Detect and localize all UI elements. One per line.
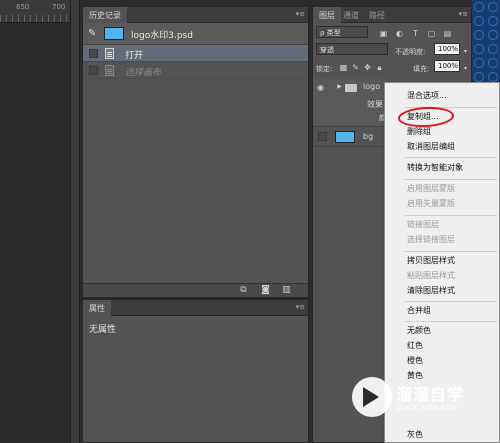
menu-item-color-none[interactable]: 无颜色: [385, 324, 499, 338]
history-snapshot[interactable]: ✎ logo水印3.psd: [83, 23, 308, 45]
history-brush-source-checkbox[interactable]: [89, 49, 98, 58]
history-panel: 历史记录 ▾≡ ✎ logo水印3.psd 打开 选择画布 ⧉ ◙ ▥: [82, 6, 309, 298]
history-brush-source-checkbox[interactable]: [89, 66, 98, 75]
panel-menu-icon[interactable]: ▾≡: [296, 10, 305, 18]
menu-separator: [405, 157, 497, 158]
layer-filter-select[interactable]: ρ 类型: [316, 26, 368, 38]
document-icon: [105, 65, 114, 76]
menu-item-color-orange[interactable]: 橙色: [385, 354, 499, 368]
document-canvas[interactable]: [0, 23, 80, 443]
lock-label: 锁定:: [316, 65, 333, 73]
effects-label: 效果: [367, 100, 383, 109]
ruler-mark: 650: [16, 3, 30, 11]
layer-name[interactable]: logo: [363, 82, 380, 91]
blend-mode-select[interactable]: 穿透: [316, 43, 388, 55]
visibility-toggle[interactable]: [318, 132, 327, 141]
shape-filter-icon[interactable]: ▢: [427, 29, 436, 38]
camera-icon[interactable]: ◙: [260, 286, 271, 295]
fill-label: 填充:: [413, 65, 430, 73]
panel-menu-icon[interactable]: ▾≡: [296, 303, 305, 311]
lock-brush-icon[interactable]: ✎: [351, 63, 360, 72]
menu-item-merge-group[interactable]: 合并组: [385, 304, 499, 318]
ruler-mark: 700: [52, 3, 66, 11]
blend-row: 穿透 不透明度: 100% ▾: [313, 43, 471, 60]
menu-item-link-layers: 链接图层: [407, 220, 439, 229]
document-icon: [105, 48, 114, 59]
watermark-url: ZIXUE.3066.COM: [397, 404, 457, 412]
menu-separator: [405, 179, 497, 180]
history-brush-icon[interactable]: ✎: [88, 28, 96, 39]
snapshot-thumbnail: [104, 27, 124, 40]
tab-channels[interactable]: 通道: [337, 7, 365, 23]
type-filter-icon[interactable]: T: [411, 29, 420, 38]
layers-tabbar: 图层 通道 路径 ▾≡: [313, 7, 471, 23]
smart-object-filter-icon[interactable]: ▤: [443, 29, 452, 38]
menu-item-color-red[interactable]: 红色: [385, 339, 499, 353]
fill-input[interactable]: 100%: [434, 60, 460, 72]
properties-panel: 属性 ▾≡ 无属性: [82, 299, 309, 443]
lock-move-icon[interactable]: ✥: [363, 63, 372, 72]
folder-icon: [345, 84, 357, 92]
opacity-input[interactable]: 100%: [434, 43, 460, 55]
history-footer: ⧉ ◙ ▥: [83, 283, 308, 297]
history-item-label: 选择画布: [125, 68, 162, 78]
menu-item-copy-layer-style[interactable]: 拷贝图层样式: [385, 254, 499, 268]
menu-item-paste-layer-style: 粘贴图层样式: [407, 271, 455, 280]
tab-paths[interactable]: 路径: [363, 7, 391, 23]
expand-arrow-icon[interactable]: ▶: [335, 82, 344, 91]
horizontal-ruler: 650 700: [0, 0, 80, 23]
tab-properties[interactable]: 属性: [83, 300, 111, 316]
chevron-down-icon[interactable]: ▾: [461, 47, 470, 56]
watermark-title: 溜溜自学: [396, 385, 465, 404]
snapshot-name: logo水印3.psd: [131, 31, 193, 41]
menu-item-blending-options[interactable]: 混合选项...: [385, 89, 499, 103]
menu-separator: [405, 301, 497, 302]
opacity-label: 不透明度:: [395, 48, 426, 56]
menu-separator: [405, 251, 497, 252]
menu-item-select-linked-layers: 选择链接图层: [407, 235, 455, 244]
adjustment-filter-icon[interactable]: ◐: [395, 29, 404, 38]
menu-item-clear-layer-style[interactable]: 清除图层样式: [385, 284, 499, 298]
menu-separator: [405, 321, 497, 322]
panel-divider[interactable]: [70, 0, 80, 443]
menu-item-enable-vector-mask: 启用矢量蒙版: [407, 199, 455, 208]
menu-separator: [405, 215, 497, 216]
pixel-filter-icon[interactable]: ▣: [379, 29, 388, 38]
layer-name[interactable]: bg: [363, 132, 373, 141]
history-tabbar: 历史记录 ▾≡: [83, 7, 308, 23]
new-document-from-state-icon[interactable]: ⧉: [238, 286, 249, 295]
trash-icon[interactable]: ▥: [281, 286, 292, 295]
lock-all-icon[interactable]: 🔒︎: [375, 63, 384, 72]
lock-row: 锁定: ▦ ✎ ✥ 🔒︎ 填充: 100% ▾: [313, 60, 471, 77]
watermark-logo: 溜溜自学 ZIXUE.3066.COM: [352, 377, 470, 427]
history-item-label: 打开: [125, 51, 144, 61]
menu-item-ungroup-layers[interactable]: 取消图层编组: [385, 140, 499, 154]
lock-transparent-icon[interactable]: ▦: [339, 63, 348, 72]
menu-item-delete-group[interactable]: 删除组: [385, 125, 499, 139]
history-item-open[interactable]: 打开: [83, 45, 308, 62]
layer-filter-row: ρ 类型 ▣ ◐ T ▢ ▤: [313, 26, 471, 43]
history-item-select-canvas[interactable]: 选择画布: [83, 62, 308, 79]
chevron-down-icon[interactable]: ▾: [461, 64, 470, 73]
tab-history[interactable]: 历史记录: [83, 7, 127, 23]
no-properties-text: 无属性: [89, 325, 117, 335]
layer-thumbnail: [335, 131, 355, 143]
menu-item-enable-layer-mask: 启用图层蒙版: [407, 184, 455, 193]
properties-tabbar: 属性 ▾≡: [83, 300, 308, 316]
panel-menu-icon[interactable]: ▾≡: [459, 10, 468, 18]
eye-icon[interactable]: ◉: [317, 83, 327, 92]
ruler-ticks: [0, 15, 80, 22]
menu-item-color-gray[interactable]: 灰色: [385, 428, 499, 442]
menu-item-convert-smart-object[interactable]: 转换为智能对象: [385, 161, 499, 175]
play-icon: [363, 387, 379, 407]
